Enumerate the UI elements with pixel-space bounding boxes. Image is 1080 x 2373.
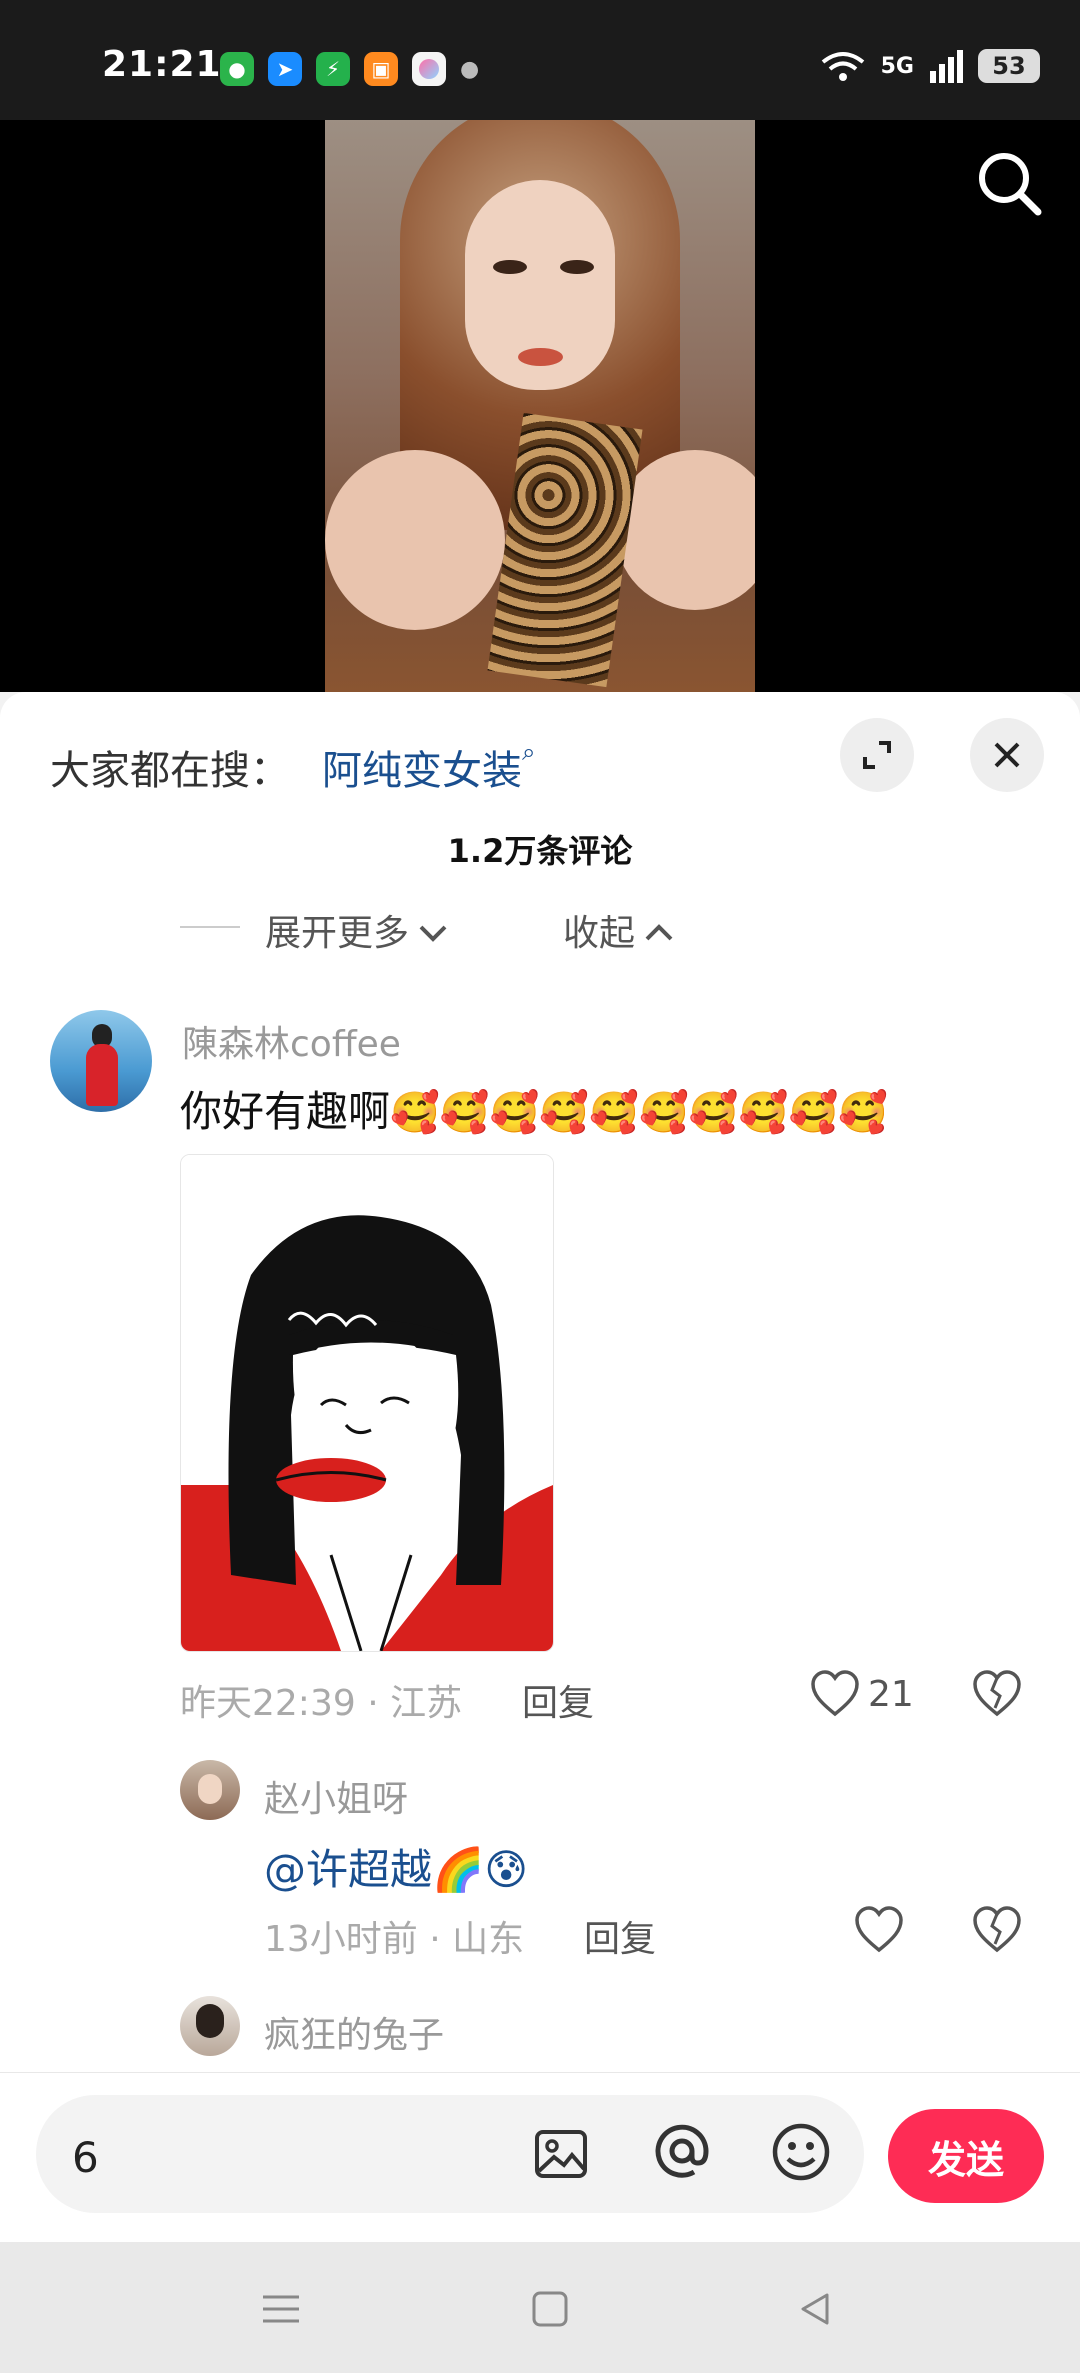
reply-username[interactable]: 赵小姐呀 bbox=[264, 1770, 408, 1822]
divider bbox=[180, 926, 240, 928]
expand-more-button[interactable]: 展开更多 bbox=[265, 904, 451, 956]
meme-face-image bbox=[181, 1155, 553, 1651]
wechat-icon: ● bbox=[220, 52, 254, 86]
gallery-icon bbox=[412, 52, 446, 86]
heart-icon bbox=[811, 1670, 859, 1717]
status-app-icons: ● ➤ ⚡ ▣ ● bbox=[220, 52, 479, 86]
collapse-label: 收起 bbox=[563, 913, 636, 954]
comment-input[interactable]: 6 bbox=[36, 2095, 864, 2213]
expand-fullscreen-button[interactable] bbox=[840, 718, 914, 792]
status-bar: 21:21 ● ➤ ⚡ ▣ ● 5G 53 bbox=[0, 0, 1080, 120]
avatar[interactable] bbox=[50, 1010, 152, 1112]
reply-meta: 13小时前 · 山东 bbox=[264, 1919, 525, 1960]
broken-heart-icon bbox=[973, 1906, 1021, 1953]
comment-sticker-image[interactable] bbox=[180, 1154, 554, 1652]
search-button[interactable] bbox=[966, 140, 1056, 230]
hot-search-label: 大家都在搜： bbox=[50, 748, 290, 794]
chevron-up-icon bbox=[645, 924, 673, 941]
signal-icon bbox=[930, 50, 963, 83]
chevron-down-icon bbox=[419, 925, 447, 942]
video-player[interactable] bbox=[0, 120, 1080, 692]
back-button[interactable] bbox=[780, 2274, 850, 2344]
hot-search-term[interactable]: 阿纯变女装⌕ bbox=[322, 738, 535, 796]
comment-text-body: 你好有趣啊 bbox=[180, 1087, 391, 1136]
reply-button[interactable]: 回复 bbox=[522, 1674, 594, 1726]
send-button[interactable]: 发送 bbox=[888, 2109, 1044, 2203]
broken-heart-icon bbox=[973, 1670, 1021, 1717]
more-notifications-icon: ● bbox=[460, 56, 480, 82]
comment-text: 你好有趣啊🥰🥰🥰🥰🥰🥰🥰🥰🥰🥰 bbox=[180, 1078, 888, 1139]
messenger-icon: ➤ bbox=[268, 52, 302, 86]
like-button[interactable] bbox=[854, 1906, 904, 1958]
comment-input-value: 6 bbox=[72, 2133, 99, 2182]
comment-meta: 昨天22:39 · 江苏 bbox=[180, 1683, 463, 1724]
hot-search-term-text: 阿纯变女装 bbox=[322, 748, 522, 794]
dislike-button[interactable] bbox=[972, 1906, 1022, 1958]
image-icon bbox=[535, 2130, 587, 2178]
heart-icon bbox=[855, 1906, 903, 1953]
like-count: 21 bbox=[868, 1674, 914, 1715]
battery-indicator: 53 bbox=[978, 49, 1040, 83]
reply-button[interactable]: 回复 bbox=[584, 1910, 656, 1962]
avatar[interactable] bbox=[180, 1760, 240, 1820]
back-triangle-icon bbox=[801, 2293, 829, 2325]
video-thumbnail bbox=[325, 120, 755, 692]
expand-icon bbox=[863, 741, 891, 769]
collapse-button[interactable]: 收起 bbox=[563, 904, 677, 956]
system-nav-bar bbox=[0, 2242, 1080, 2373]
comment-input-bar: 6 发送 bbox=[0, 2072, 1080, 2243]
security-icon: ⚡ bbox=[316, 52, 350, 86]
at-icon bbox=[655, 2124, 709, 2178]
avatar[interactable] bbox=[180, 1996, 240, 2056]
status-time: 21:21 bbox=[102, 44, 222, 85]
like-button[interactable] bbox=[810, 1670, 860, 1722]
reply-username[interactable]: 疯狂的兔子 bbox=[264, 2006, 444, 2058]
comment-count: 1.2万条评论 bbox=[447, 832, 633, 870]
menu-icon bbox=[263, 2295, 299, 2323]
hot-search-icon: ⌕ bbox=[522, 738, 536, 766]
recent-apps-button[interactable] bbox=[246, 2274, 316, 2344]
square-icon bbox=[532, 2291, 568, 2327]
close-icon bbox=[994, 742, 1020, 768]
dislike-button[interactable] bbox=[972, 1670, 1022, 1722]
comment-emoji: 🥰🥰🥰🥰🥰🥰🥰🥰🥰🥰 bbox=[390, 1090, 889, 1136]
image-button[interactable] bbox=[532, 2125, 590, 2187]
home-button[interactable] bbox=[515, 2274, 585, 2344]
emoji-button[interactable] bbox=[770, 2121, 832, 2187]
expand-more-label: 展开更多 bbox=[265, 913, 410, 954]
reply-text: @许超越🌈😰 bbox=[264, 1845, 529, 1894]
comment-username[interactable]: 陳森林coffee bbox=[182, 1015, 401, 1067]
network-label: 5G bbox=[880, 53, 914, 79]
wifi-icon bbox=[821, 52, 864, 81]
emoji-icon bbox=[772, 2123, 830, 2181]
status-indicators: 5G 53 bbox=[819, 48, 1040, 84]
files-icon: ▣ bbox=[364, 52, 398, 86]
close-button[interactable] bbox=[970, 718, 1044, 792]
search-icon bbox=[979, 153, 1042, 216]
mention-button[interactable] bbox=[650, 2119, 714, 2187]
